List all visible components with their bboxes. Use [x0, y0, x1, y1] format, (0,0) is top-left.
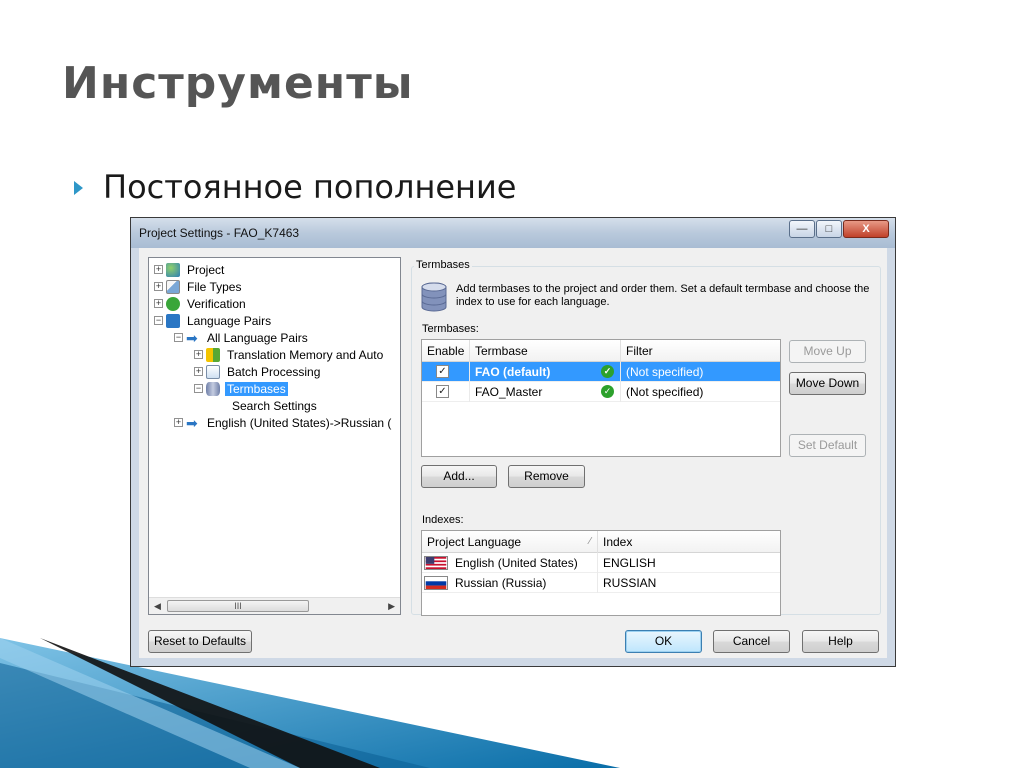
indexes-label: Indexes: — [422, 514, 464, 526]
expand-icon[interactable]: + — [154, 299, 163, 308]
arrow-right-icon: ➡ — [186, 414, 198, 431]
bullet-row: Постоянное пополнение — [74, 168, 516, 206]
termbase-name: FAO_Master — [475, 384, 543, 399]
column-header-index[interactable]: Index — [598, 531, 780, 553]
termbases-group-label: Termbases — [414, 259, 472, 271]
termbases-grid[interactable]: Enable Termbase Filter ✓ FAO (default) ✓… — [421, 339, 781, 457]
collapse-icon[interactable]: − — [194, 384, 203, 393]
tree-item-all-language-pairs[interactable]: − ➡ All Language Pairs — [174, 329, 310, 346]
us-flag-icon — [424, 555, 448, 570]
index-value[interactable]: ENGLISH — [598, 553, 780, 573]
tree-item-project[interactable]: + Project — [154, 261, 226, 278]
dialog-client-area: + Project + File Types + Verification − … — [139, 248, 887, 658]
settings-tree[interactable]: + Project + File Types + Verification − … — [148, 257, 401, 615]
tree-item-translation-memory[interactable]: + Translation Memory and Auto — [194, 346, 385, 363]
maximize-button[interactable]: □ — [816, 220, 842, 238]
indexes-grid-header: Project Language ⁄ Index — [422, 531, 780, 553]
slide-title: Инструменты — [62, 58, 414, 109]
termbase-filter: (Not specified) — [626, 364, 704, 379]
enable-checkbox[interactable]: ✓ — [436, 385, 449, 398]
indexes-grid[interactable]: Project Language ⁄ Index English (United… — [421, 530, 781, 616]
termbase-icon — [206, 381, 220, 396]
file-types-icon — [166, 279, 180, 294]
expand-icon[interactable]: + — [154, 282, 163, 291]
move-down-button[interactable]: Move Down — [789, 372, 866, 395]
language-pairs-icon — [166, 313, 180, 328]
title-bar[interactable]: Project Settings - FAO_K7463 — □ X — [131, 218, 895, 248]
set-default-button[interactable]: Set Default — [789, 434, 866, 457]
index-value[interactable]: RUSSIAN — [598, 573, 780, 593]
window-title: Project Settings - FAO_K7463 — [139, 226, 300, 240]
status-ok-icon: ✓ — [601, 365, 614, 378]
tree-item-batch-processing[interactable]: + Batch Processing — [194, 363, 322, 380]
window-controls: — □ X — [788, 220, 889, 238]
database-icon — [421, 282, 447, 312]
collapse-icon[interactable]: − — [174, 333, 183, 342]
language-name: Russian (Russia) — [455, 575, 547, 590]
translation-memory-icon — [206, 347, 220, 362]
remove-button[interactable]: Remove — [508, 465, 585, 488]
move-up-button[interactable]: Move Up — [789, 340, 866, 363]
tree-item-english-russian[interactable]: + ➡ English (United States)->Russian ( — [174, 414, 393, 431]
expand-icon[interactable]: + — [154, 265, 163, 274]
tree-item-termbases[interactable]: − Termbases — [194, 380, 288, 397]
tree-item-language-pairs[interactable]: − Language Pairs — [154, 312, 273, 329]
column-header-project-language[interactable]: Project Language ⁄ — [422, 531, 598, 553]
add-button[interactable]: Add... — [421, 465, 497, 488]
sort-icon: ⁄ — [589, 536, 591, 547]
help-button[interactable]: Help — [802, 630, 879, 653]
bullet-text: Постоянное пополнение — [103, 168, 517, 206]
termbases-list-label: Termbases: — [422, 323, 479, 335]
arrow-right-icon: ➡ — [186, 329, 198, 346]
minimize-button[interactable]: — — [789, 220, 815, 238]
column-header-filter[interactable]: Filter — [621, 340, 780, 362]
table-row[interactable]: ✓ FAO (default) ✓ (Not specified) — [422, 361, 780, 382]
cancel-button[interactable]: Cancel — [713, 630, 790, 653]
expand-icon[interactable]: + — [194, 350, 203, 359]
table-row[interactable]: ✓ FAO_Master ✓ (Not specified) — [422, 381, 780, 402]
expand-icon[interactable]: + — [174, 418, 183, 427]
verification-icon — [166, 296, 180, 311]
table-row[interactable]: Russian (Russia) RUSSIAN — [422, 572, 780, 593]
expand-icon[interactable]: + — [194, 367, 203, 376]
scroll-left-icon[interactable]: ◀ — [154, 601, 161, 612]
project-settings-dialog: Project Settings - FAO_K7463 — □ X + Pro… — [130, 217, 896, 667]
scroll-right-icon[interactable]: ▶ — [388, 601, 395, 612]
close-button[interactable]: X — [843, 220, 889, 238]
termbase-filter: (Not specified) — [626, 384, 704, 399]
reset-to-defaults-button[interactable]: Reset to Defaults — [148, 630, 252, 653]
batch-processing-icon — [206, 364, 220, 379]
ru-flag-icon — [424, 575, 448, 590]
bullet-arrow-icon — [74, 181, 83, 195]
termbases-grid-header: Enable Termbase Filter — [422, 340, 780, 362]
scroll-thumb[interactable]: III — [167, 600, 309, 612]
tree-horizontal-scrollbar[interactable]: ◀ III ▶ — [149, 597, 400, 614]
termbase-name: FAO (default) — [475, 364, 551, 379]
termbases-description: Add termbases to the project and order t… — [456, 283, 870, 308]
tree-item-search-settings[interactable]: Search Settings — [230, 397, 319, 414]
column-header-enable[interactable]: Enable — [422, 340, 470, 362]
enable-checkbox[interactable]: ✓ — [436, 365, 449, 378]
globe-icon — [166, 262, 180, 277]
language-name: English (United States) — [455, 555, 578, 570]
table-row[interactable]: English (United States) ENGLISH — [422, 552, 780, 573]
column-header-termbase[interactable]: Termbase — [470, 340, 621, 362]
ok-button[interactable]: OK — [625, 630, 702, 653]
tree-item-file-types[interactable]: + File Types — [154, 278, 243, 295]
status-ok-icon: ✓ — [601, 385, 614, 398]
collapse-icon[interactable]: − — [154, 316, 163, 325]
tree-item-verification[interactable]: + Verification — [154, 295, 248, 312]
